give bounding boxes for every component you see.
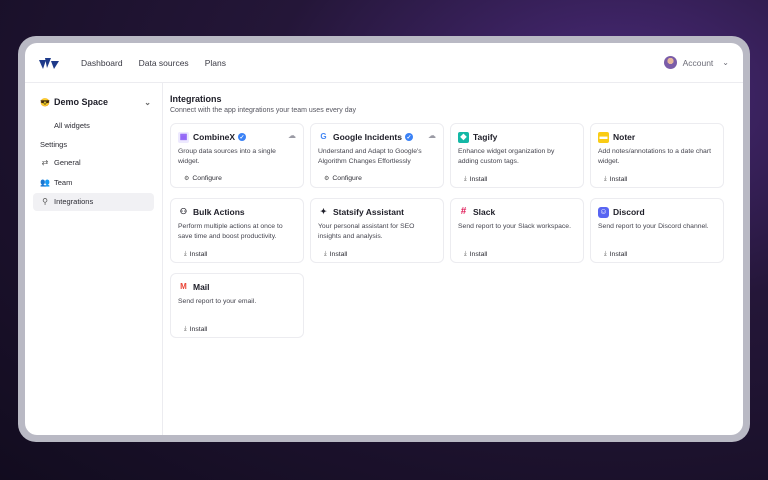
button-label: Install [609,176,628,183]
download-icon: ⤓ [324,251,327,257]
integration-name: Tagify [473,132,498,142]
cloud-icon[interactable]: ☁ [428,131,436,140]
integration-description: Send report to your Slack workspace. [458,223,571,230]
install-button[interactable]: ⤓ Install [178,249,213,260]
slack-icon: # [460,206,467,217]
account-menu[interactable]: Account ⌄ [663,56,729,69]
button-label: Install [189,251,208,258]
integration-name: Slack [473,207,496,217]
integration-name: Google Incidents [333,132,402,142]
gear-icon: ⚙ [184,176,190,182]
button-label: Configure [192,175,222,182]
integration-card-mail: M Mail Send report to your email. ⤓ Inst… [170,273,304,338]
search-icon: ⚲ [42,197,48,206]
integration-name: Mail [193,282,210,292]
integration-card-statsify-assistant: ✦ Statsify Assistant Your personal assis… [310,198,444,263]
install-button[interactable]: ⤓ Install [458,174,493,185]
chevron-down-icon: ⌄ [144,97,151,107]
button-label: Install [189,326,208,333]
avatar [663,56,677,69]
cloud-icon[interactable]: ☁ [288,131,296,140]
integration-card-discord: ☺ Discord Send report to your Discord ch… [590,198,724,263]
nav-plans[interactable]: Plans [205,58,226,68]
download-icon: ⤓ [604,176,607,182]
top-nav: Dashboard Data sources Plans Account ⌄ [25,43,743,83]
bulk-actions-icon: ⚇ [179,207,188,216]
sidebar-item-all-widgets[interactable]: All widgets [33,116,154,134]
integration-description: Send report to your email. [178,298,257,305]
integrations-grid: ▦ CombineX ✓ ☁ Group data sources into a… [170,123,743,338]
install-button[interactable]: ⤓ Install [598,174,633,185]
settings-heading: Settings [40,140,68,149]
nav-data-sources[interactable]: Data sources [139,58,189,68]
integration-name: Noter [613,132,636,142]
combinex-icon: ▦ [178,131,189,143]
integration-card-google-incidents: G Google Incidents ✓ ☁ Understand and Ad… [310,123,444,188]
integration-description: Send report to your Discord channel. [598,223,709,230]
download-icon: ⤓ [184,251,187,257]
integration-description: Your personal assistant for SEO insights… [318,223,415,240]
integration-name: Discord [613,207,645,217]
sidebar-item-label: All widgets [54,120,90,130]
verified-icon: ✓ [404,133,413,141]
sidebar-item-general[interactable]: ⇄ General [33,154,154,172]
google-icon: G [320,132,327,141]
integration-description: Group data sources into a single widget. [178,148,276,165]
download-icon: ⤓ [604,251,607,257]
note-icon: ▬ [598,131,609,143]
space-switcher[interactable]: 😎 Demo Space ⌄ [33,91,154,113]
verified-icon: ✓ [238,133,247,141]
download-icon: ⤓ [464,251,467,257]
page-subtitle: Connect with the app integrations your t… [170,107,356,114]
integration-description: Understand and Adapt to Google's Algorit… [318,148,422,165]
install-button[interactable]: ⤓ Install [178,324,213,335]
account-label: Account [682,57,714,68]
configure-button[interactable]: ⚙ Configure [318,173,368,184]
button-label: Install [609,251,628,258]
tag-icon: ◆ [458,131,469,143]
integration-card-tagify: ◆ Tagify Enhance widget organization by … [450,123,584,188]
integration-description: Enhance widget organization by adding cu… [458,148,555,165]
sidebar-item-label: General [54,158,81,167]
page-title: Integrations [170,94,222,104]
install-button[interactable]: ⤓ Install [598,249,633,260]
gear-icon: ⚙ [324,176,330,182]
logo-icon[interactable] [38,56,60,70]
sparkle-icon: ✦ [320,207,327,216]
integration-description: Add notes/annotations to a date chart wi… [598,148,711,165]
install-button[interactable]: ⤓ Install [318,249,353,260]
chevron-down-icon: ⌄ [722,58,729,67]
integration-card-bulk-actions: ⚇ Bulk Actions Perform multiple actions … [170,198,304,263]
users-icon: 👥 [40,177,50,187]
download-icon: ⤓ [464,176,467,182]
button-label: Install [329,251,348,258]
app-window: Dashboard Data sources Plans Account ⌄ 😎… [25,43,743,435]
sidebar: 😎 Demo Space ⌄ All widgets Settings ⇄ Ge… [25,83,163,435]
button-label: Install [469,176,488,183]
sidebar-item-integrations[interactable]: ⚲ Integrations [33,192,154,211]
sidebar-item-label: Integrations [54,197,94,206]
install-button[interactable]: ⤓ Install [458,249,493,260]
download-icon: ⤓ [184,326,187,332]
integration-description: Perform multiple actions at once to save… [178,223,283,240]
discord-icon: ☺ [598,206,609,218]
button-label: Install [469,251,488,258]
integration-name: Bulk Actions [193,207,245,217]
main-content: Integrations Connect with the app integr… [170,83,743,435]
space-emoji-icon: 😎 [40,97,50,107]
integration-card-combinex: ▦ CombineX ✓ ☁ Group data sources into a… [170,123,304,188]
integration-card-slack: # Slack Send report to your Slack worksp… [450,198,584,263]
button-label: Configure [332,175,362,182]
sidebar-item-label: Team [54,177,73,187]
integration-name: CombineX [193,132,236,142]
sliders-icon: ⇄ [41,158,49,167]
integration-card-noter: ▬ Noter Add notes/annotations to a date … [590,123,724,188]
nav-dashboard[interactable]: Dashboard [81,58,123,68]
sidebar-item-team[interactable]: 👥 Team [33,173,154,191]
device-frame: Dashboard Data sources Plans Account ⌄ 😎… [18,36,750,442]
configure-button[interactable]: ⚙ Configure [178,173,228,184]
integration-name: Statsify Assistant [333,207,405,217]
gmail-icon: M [180,282,187,291]
space-name: Demo Space [53,97,108,107]
